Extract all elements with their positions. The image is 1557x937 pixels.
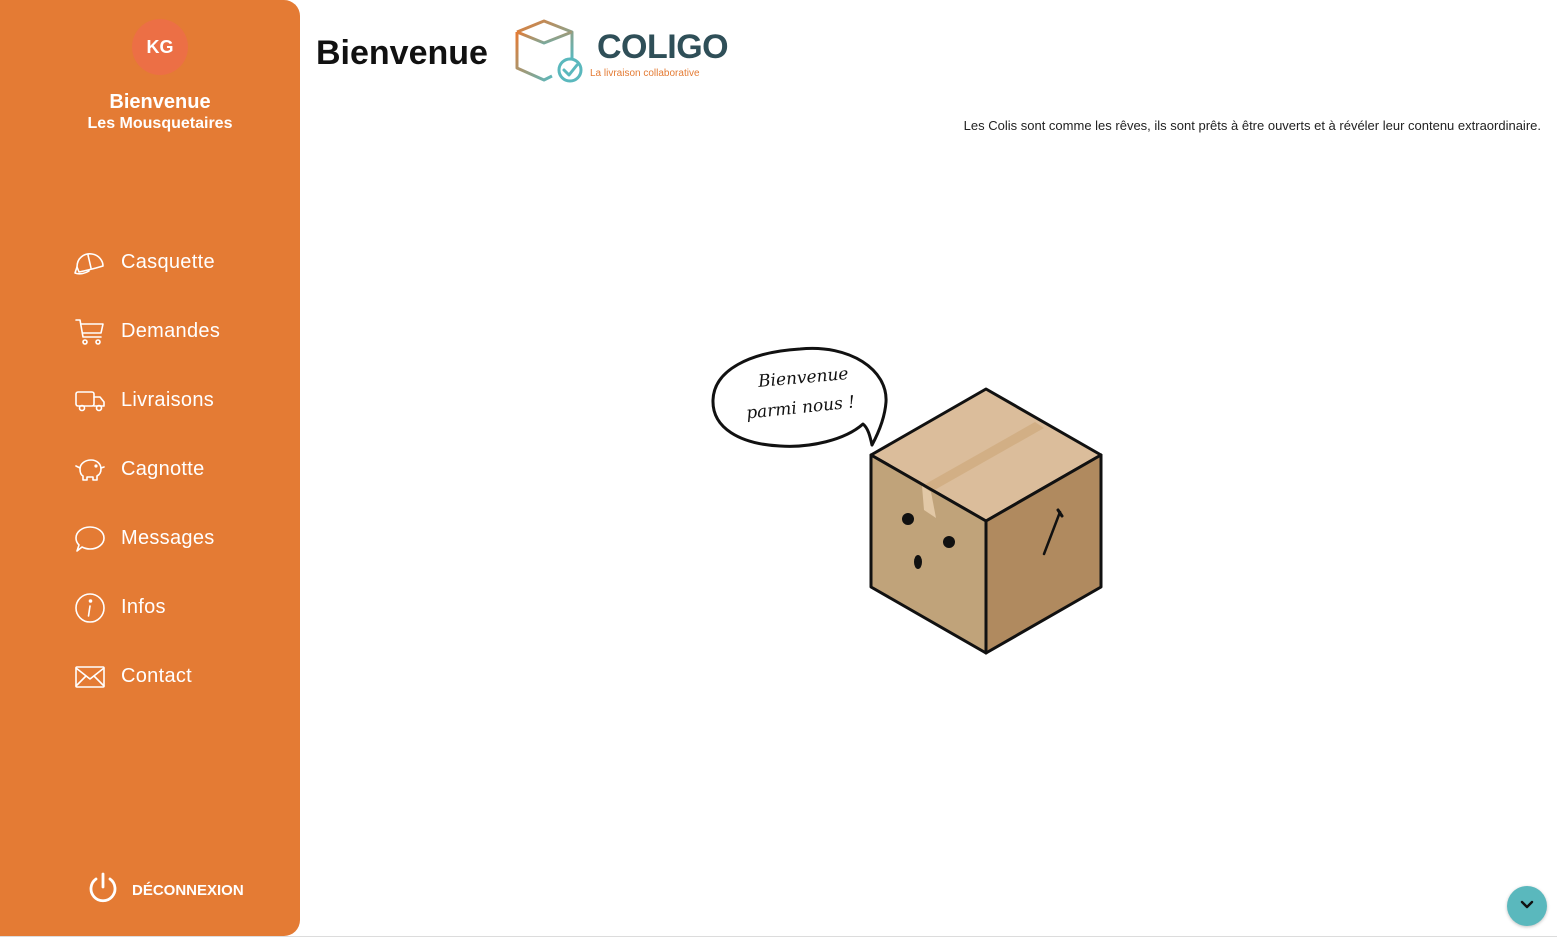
cart-icon xyxy=(73,315,107,349)
avatar[interactable]: KG xyxy=(132,19,188,75)
logout-label: DÉCONNEXION xyxy=(132,882,244,899)
power-icon xyxy=(86,871,120,910)
sidebar-item-label: Demandes xyxy=(121,320,221,342)
sidebar-item-label: Casquette xyxy=(121,251,215,273)
envelope-icon xyxy=(73,660,107,694)
logo-tagline: La livraison collaborative xyxy=(590,68,700,79)
welcome-illustration: Bienvenue parmi nous ! xyxy=(700,340,1120,670)
quote-text: Les Colis sont comme les rêves, ils sont… xyxy=(963,118,1541,133)
logout-button[interactable]: DÉCONNEXION xyxy=(86,871,244,910)
page-title: Bienvenue xyxy=(316,34,488,72)
truck-icon xyxy=(73,384,107,418)
sidebar-item-label: Livraisons xyxy=(121,389,215,411)
sidebar-nav: Casquette Demandes Livraisons Cagnotte M… xyxy=(73,243,283,726)
chat-bubble-icon xyxy=(73,522,107,556)
sidebar-welcome-title: Bienvenue xyxy=(109,91,211,113)
sidebar-item-label: Cagnotte xyxy=(121,458,205,480)
sidebar-item-label: Messages xyxy=(121,527,215,549)
info-icon xyxy=(73,591,107,625)
sidebar-item-casquette[interactable]: Casquette xyxy=(73,228,283,297)
sidebar-item-infos[interactable]: Infos xyxy=(73,573,283,642)
sidebar-item-label: Contact xyxy=(121,665,193,687)
coligo-logo: COLIGO La livraison collaborative xyxy=(514,18,729,84)
sidebar: KG Bienvenue Les Mousquetaires Casquette xyxy=(0,0,300,936)
sidebar-item-label: Infos xyxy=(121,596,166,618)
sidebar-welcome: Bienvenue Les Mousquetaires xyxy=(0,90,320,134)
piggy-bank-icon xyxy=(73,453,107,487)
sidebar-item-contact[interactable]: Contact xyxy=(73,642,283,711)
cap-icon xyxy=(73,246,107,280)
sidebar-item-cagnotte[interactable]: Cagnotte xyxy=(73,435,283,504)
sidebar-item-livraisons[interactable]: Livraisons xyxy=(73,366,283,435)
scroll-down-button[interactable] xyxy=(1507,886,1547,926)
sidebar-item-demandes[interactable]: Demandes xyxy=(73,297,283,366)
sidebar-welcome-user: Les Mousquetaires xyxy=(87,115,233,132)
chevron-down-icon xyxy=(1519,896,1535,917)
sidebar-item-messages[interactable]: Messages xyxy=(73,504,283,573)
logo-brand: COLIGO xyxy=(597,28,729,66)
box-logo-icon xyxy=(515,19,583,83)
